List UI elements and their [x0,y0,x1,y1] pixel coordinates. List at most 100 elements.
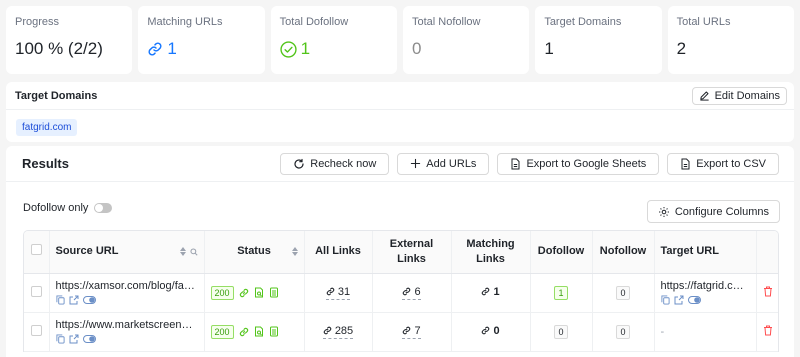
dofollow-only-filter: Dofollow only [23,202,113,214]
export-csv-button[interactable]: Export to CSV [667,152,779,175]
source-url-link[interactable]: https://www.marketscreener.com/ [56,319,198,331]
copy-icon[interactable] [660,295,670,305]
dofollow-cell: 1 [530,273,593,313]
nofollow-badge: 0 [616,285,630,300]
nofollow-cell: 0 [592,273,655,313]
dofollow-badge: 0 [554,324,568,339]
sort-icon[interactable] [291,247,298,257]
target-domains-value: 1 [544,39,554,58]
document-search-icon[interactable] [254,326,264,337]
source-url-cell: https://xamsor.com/blog/fatgrid-review/ [49,273,205,313]
total-urls-value: 2 [676,39,687,58]
stat-label: Target Domains [544,16,622,28]
check-circle-icon [280,40,297,58]
matching-links-cell: 1 [451,273,531,313]
configure-columns-button[interactable]: Configure Columns [646,200,780,223]
external-link-icon[interactable] [69,334,79,344]
nofollow-badge: 0 [616,324,630,339]
stat-value: 1 [544,38,661,60]
col-nofollow[interactable]: Nofollow [592,231,655,274]
configure-columns-label: Configure Columns [674,205,769,218]
stats-bar: Progress 100 % (2/2) Matching URLs 1 Tot… [6,6,794,74]
external-links-value[interactable]: 7 [402,325,421,339]
export-csv-label: Export to CSV [696,157,766,170]
external-links-cell: 7 [372,312,452,352]
col-source-url[interactable]: Source URL [49,231,205,274]
toggle-knob [95,204,104,212]
stat-progress: Progress 100 % (2/2) [6,6,133,74]
all-links-count: 31 [337,285,351,298]
status-cell: 200 [204,312,305,352]
external-links-cell: 6 [372,273,452,313]
search-icon[interactable] [189,248,198,256]
external-link-icon[interactable] [69,295,79,305]
document-icon[interactable] [269,326,279,337]
export-google-sheets-button[interactable]: Export to Google Sheets [497,152,660,175]
target-url-empty: - [660,325,665,338]
add-urls-button[interactable]: Add URLs [397,152,490,175]
external-links-value[interactable]: 6 [402,285,421,300]
link-icon [482,287,490,296]
col-status[interactable]: Status [204,231,305,274]
select-all-checkbox[interactable] [30,243,42,255]
link-icon[interactable] [239,288,249,298]
table-row: https://www.marketscreener.com/ 200 [24,312,778,352]
link-icon[interactable] [239,327,249,337]
col-status-label: Status [237,245,271,258]
stat-target-domains: Target Domains 1 [535,6,662,74]
row-select-cell [24,273,50,313]
row-checkbox[interactable] [30,324,42,336]
document-icon[interactable] [269,287,279,298]
target-url-link[interactable]: https://fatgrid.com/ [661,280,750,292]
stat-label: Progress [15,16,60,28]
source-url-link[interactable]: https://xamsor.com/blog/fatgrid-review/ [56,280,198,292]
toggle-view-icon[interactable] [82,335,96,343]
col-all-links[interactable]: All Links [304,231,373,274]
results-title: Results [22,156,69,171]
trash-icon[interactable] [763,286,773,297]
stat-value: 1 [280,38,397,60]
copy-icon[interactable] [55,295,65,305]
file-icon [681,158,690,169]
col-source-url-label: Source URL [55,245,119,258]
results-header: Results Recheck now Add URLs Export to G… [6,146,794,182]
link-icon [323,326,332,335]
stat-value: 1 [147,38,264,60]
nofollow-cell: 0 [592,312,655,352]
toggle-view-icon[interactable] [82,296,96,304]
col-target-url[interactable]: Target URL [654,231,757,274]
table-header-row: Source URL Status All Links External Lin… [24,231,778,274]
actions-cell [756,312,778,352]
document-search-icon[interactable] [254,287,264,298]
external-link-icon[interactable] [674,295,684,305]
table-row: https://xamsor.com/blog/fatgrid-review/ … [24,273,778,313]
source-url-actions [55,334,198,344]
all-links-count: 285 [334,324,354,337]
nofollow-value: 0 [411,39,422,58]
matching-links-value: 0 [481,325,500,337]
dofollow-only-toggle[interactable] [94,203,113,213]
recheck-button[interactable]: Recheck now [280,152,390,175]
edit-domains-button[interactable]: Edit Domains [691,86,787,105]
all-links-value[interactable]: 285 [322,324,354,339]
refresh-icon [294,158,304,169]
target-domains-title: Target Domains [15,89,98,102]
stat-label: Total URLs [676,16,731,28]
matching-links-count: 1 [493,285,500,298]
col-dofollow[interactable]: Dofollow [530,231,593,274]
col-external-links[interactable]: External Links [372,231,452,274]
dofollow-badge: 1 [554,285,568,300]
sort-icon[interactable] [179,247,186,257]
col-matching-links[interactable]: Matching Links [451,231,531,274]
trash-icon[interactable] [763,325,773,336]
select-all-cell [24,231,50,274]
copy-icon[interactable] [55,334,65,344]
stat-label: Total Dofollow [279,16,349,28]
file-icon [511,158,520,169]
plus-icon [411,158,421,169]
toggle-view-icon[interactable] [687,296,701,304]
source-url-cell: https://www.marketscreener.com/ [49,312,205,352]
all-links-value[interactable]: 31 [325,285,351,300]
row-checkbox[interactable] [30,285,42,297]
external-links-count: 6 [414,285,421,298]
